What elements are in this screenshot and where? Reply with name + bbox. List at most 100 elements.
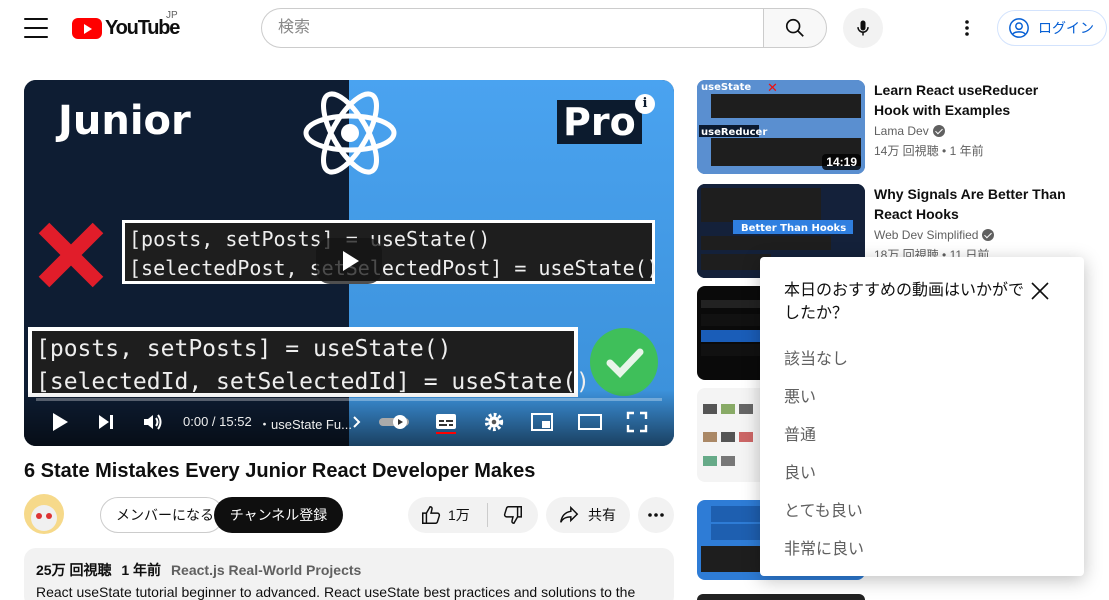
red-x-icon xyxy=(38,222,104,288)
recommendation-item[interactable]: useState ✕ useReducer 14:19 Learn React … xyxy=(697,80,1097,180)
recommendation-title[interactable]: Why Signals Are Better Than React Hooks xyxy=(874,184,1074,224)
code-top-line-2: [selectedPost, setSelectedPost] = useSta… xyxy=(129,256,659,280)
settings-more-button[interactable] xyxy=(955,16,979,40)
svg-text:Better Than Hooks: Better Than Hooks xyxy=(741,223,846,234)
gear-icon xyxy=(484,412,504,432)
search-icon xyxy=(785,18,804,37)
next-button[interactable] xyxy=(94,410,118,434)
share-label: 共有 xyxy=(588,507,616,523)
recommendation-channel[interactable]: Lama Dev xyxy=(874,124,945,138)
miniplayer-button[interactable] xyxy=(529,410,555,434)
info-icon[interactable]: i xyxy=(635,94,655,114)
dislike-button[interactable] xyxy=(488,497,538,533)
upload-age: 1 年前 xyxy=(121,562,162,578)
subscribe-label: チャンネル登録 xyxy=(229,507,328,523)
theater-mode-button[interactable] xyxy=(577,410,603,434)
video-player[interactable]: Junior Pro i [posts, setPosts] = useStat… xyxy=(24,80,674,446)
survey-option-very-good[interactable]: とても良い xyxy=(784,497,863,521)
play-icon xyxy=(53,413,68,431)
video-duration: 14:19 xyxy=(822,154,861,170)
react-logo-icon xyxy=(303,91,397,175)
survey-option-good[interactable]: 良い xyxy=(784,459,816,483)
description-text: React useState tutorial beginner to adva… xyxy=(36,584,636,600)
large-play-button[interactable] xyxy=(316,238,382,284)
voice-search-button[interactable] xyxy=(843,8,883,48)
rec-age: 1 年前 xyxy=(949,144,984,158)
search-bar xyxy=(261,8,827,48)
description-box[interactable]: 25万 回視聴 1 年前 React.js Real-World Project… xyxy=(24,548,674,600)
green-check-icon xyxy=(590,328,658,396)
thumbnail-junior-label: Junior xyxy=(58,98,191,144)
description-meta: 25万 回視聴 1 年前 React.js Real-World Project… xyxy=(36,560,662,580)
recommendation-channel[interactable]: Web Dev Simplified xyxy=(874,228,995,242)
view-count: 25万 回視聴 xyxy=(36,562,112,578)
recommendation-thumbnail[interactable]: useState ✕ useReducer 14:19 xyxy=(697,80,865,174)
vertical-dots-icon xyxy=(965,20,969,36)
thumbs-down-icon xyxy=(503,506,522,524)
youtube-logo[interactable]: YouTube JP xyxy=(72,10,180,40)
autoplay-toggle-icon xyxy=(379,415,409,429)
volume-icon xyxy=(144,414,162,430)
like-count: 1万 xyxy=(448,507,470,523)
channel-avatar[interactable] xyxy=(24,494,64,534)
thumbnail-pro-label: Pro xyxy=(557,100,642,144)
theater-icon xyxy=(578,414,602,430)
survey-question: 本日のおすすめの動画はいかがでしたか？ xyxy=(784,282,1025,322)
chapter-chevron-button[interactable] xyxy=(351,410,363,434)
volume-button[interactable] xyxy=(141,410,165,434)
subtitles-button[interactable] xyxy=(432,410,460,434)
member-label: メンバーになる xyxy=(116,507,214,523)
svg-text:useState: useState xyxy=(701,82,751,93)
svg-text:useReducer: useReducer xyxy=(701,127,767,138)
code-top-line-1: [posts, setPosts] = useState() xyxy=(129,227,491,251)
chevron-right-icon xyxy=(353,416,361,428)
chapter-title[interactable]: ・useState Fu... xyxy=(258,414,352,433)
autoplay-toggle[interactable] xyxy=(378,410,412,434)
player-controls: 0:00 / 15:52 ・useState Fu... xyxy=(24,390,674,446)
account-icon xyxy=(1009,18,1029,38)
recommendation-stats: 14万 回視聴 • 1 年前 xyxy=(874,144,984,158)
miniplayer-icon xyxy=(531,413,553,431)
region-code: JP xyxy=(166,10,178,21)
next-icon xyxy=(99,415,113,429)
survey-option-bad[interactable]: 悪い xyxy=(784,383,816,407)
survey-option-average[interactable]: 普通 xyxy=(784,421,816,445)
survey-close-button[interactable] xyxy=(1026,277,1054,305)
subscribe-button[interactable]: チャンネル登録 xyxy=(214,497,343,533)
channel-name: Lama Dev xyxy=(874,124,929,138)
more-actions-button[interactable] xyxy=(638,497,674,533)
thumbnail-code-bottom: [posts, setPosts] = useState() [selected… xyxy=(28,327,590,397)
rec-views: 14万 回視聴 xyxy=(874,144,939,158)
progress-bar[interactable] xyxy=(36,398,662,401)
search-button[interactable] xyxy=(763,8,827,48)
recommendation-title[interactable]: Learn React useReducer Hook with Example… xyxy=(874,80,1074,120)
fullscreen-icon xyxy=(626,411,648,433)
fullscreen-button[interactable] xyxy=(625,410,649,434)
code-bottom-line-1: [posts, setPosts] = useState() xyxy=(36,336,452,362)
close-icon xyxy=(1031,282,1049,300)
channel-name: Web Dev Simplified xyxy=(874,228,979,242)
microphone-icon xyxy=(857,20,869,36)
play-button[interactable] xyxy=(48,410,72,434)
thumbs-up-icon xyxy=(422,506,441,524)
video-title: 6 State Mistakes Every Junior React Deve… xyxy=(24,460,536,482)
signin-button[interactable]: ログイン xyxy=(997,10,1107,46)
share-button[interactable]: 共有 xyxy=(546,497,630,533)
share-icon xyxy=(560,505,579,523)
horizontal-dots-icon xyxy=(648,513,664,517)
settings-button[interactable] xyxy=(482,410,506,434)
playlist-tag[interactable]: React.js Real-World Projects xyxy=(171,562,361,578)
masthead: YouTube JP ログイン xyxy=(0,0,1109,56)
search-input[interactable] xyxy=(261,8,763,48)
survey-option-excellent[interactable]: 非常に良い xyxy=(784,535,864,559)
like-button[interactable]: 1万 xyxy=(408,497,487,533)
join-membership-button[interactable]: メンバーになる xyxy=(100,497,224,533)
signin-label: ログイン xyxy=(1038,20,1094,36)
survey-option-not-applicable[interactable]: 該当なし xyxy=(784,345,848,369)
recommendation-thumbnail-partial[interactable] xyxy=(697,594,865,600)
thumbnail-code-top: [posts, setPosts] = useState() [selected… xyxy=(122,220,659,284)
verified-icon xyxy=(982,229,995,241)
verified-icon xyxy=(932,125,945,137)
menu-button[interactable] xyxy=(24,18,48,38)
svg-text:✕: ✕ xyxy=(767,81,778,96)
